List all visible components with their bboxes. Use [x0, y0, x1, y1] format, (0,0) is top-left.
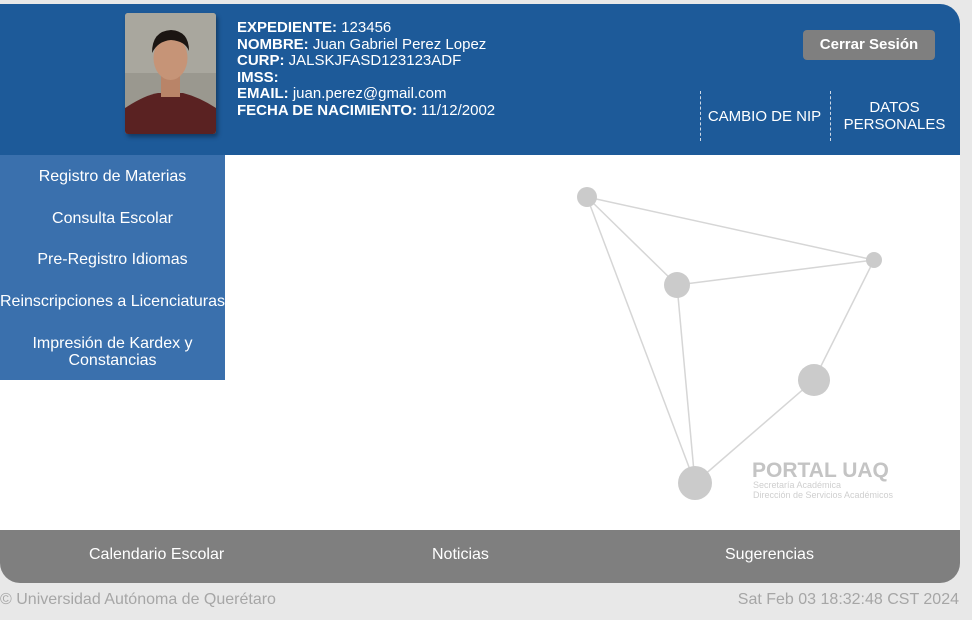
info-row-curp: CURP: JALSKJFASD123123ADF [237, 52, 462, 69]
info-row-email: EMAIL: juan.perez@gmail.com [237, 85, 447, 102]
portal-card: EXPEDIENTE: 123456 NOMBRE: Juan Gabriel … [0, 4, 960, 583]
logo-subtitle-2: Dirección de Servicios Académicos [753, 490, 894, 500]
student-header: EXPEDIENTE: 123456 NOMBRE: Juan Gabriel … [0, 4, 960, 155]
logout-button[interactable]: Cerrar Sesión [803, 30, 935, 60]
student-info: EXPEDIENTE: 123456 NOMBRE: Juan Gabriel … [237, 19, 496, 119]
personal-data-label-line1: DATOS [869, 99, 920, 116]
change-pin-label: CAMBIO DE NIP [707, 108, 822, 125]
sidebar-item-pre-registro-idiomas[interactable]: Pre-Registro Idiomas [0, 251, 225, 268]
footer-bar: Calendario Escolar Noticias Sugerencias [0, 530, 960, 583]
info-row-nombre: NOMBRE: Juan Gabriel Perez Lopez [237, 35, 487, 53]
portal-uaq-logo: PORTAL UAQ Secretaría Académica Direcció… [577, 187, 894, 500]
info-row-fecha-nacimiento: FECHA DE NACIMIENTO: 11/12/2002 [237, 101, 496, 119]
logo-subtitle-1: Secretaría Académica [753, 480, 841, 490]
main-content: Registro de Materias Consulta Escolar Pr… [0, 155, 960, 530]
logo-title: PORTAL UAQ [752, 459, 889, 482]
sidebar-item-label-line2: Constancias [68, 352, 157, 369]
info-row-imss: IMSS: [237, 68, 279, 86]
sidebar-item-label-line1: Impresión de Kardex y [32, 335, 193, 352]
student-photo [125, 13, 216, 134]
sidebar-item-reinscripciones[interactable]: Reinscripciones a Licenciaturas [0, 293, 225, 310]
change-pin-link[interactable]: CAMBIO DE NIP [700, 91, 828, 141]
personal-data-link[interactable]: DATOS PERSONALES [830, 91, 958, 141]
current-datetime: Sat Feb 03 18:32:48 CST 2024 [737, 591, 959, 608]
footer-link-noticias[interactable]: Noticias [432, 530, 489, 579]
sidebar-item-impresion-kardex[interactable]: Impresión de Kardex y Constancias [0, 335, 225, 369]
info-row-expediente: EXPEDIENTE: 123456 [237, 19, 392, 36]
sidebar-item-consulta-escolar[interactable]: Consulta Escolar [0, 210, 225, 227]
personal-data-label-line2: PERSONALES [843, 115, 946, 133]
logo-network-lines [586, 196, 875, 484]
copyright-text: © Universidad Autónoma de Querétaro [0, 591, 276, 608]
sidebar-item-registro-materias[interactable]: Registro de Materias [0, 168, 225, 185]
sidebar-menu: Registro de Materias Consulta Escolar Pr… [0, 155, 225, 380]
footer-link-calendario[interactable]: Calendario Escolar [89, 530, 224, 579]
footer-link-sugerencias[interactable]: Sugerencias [725, 530, 814, 579]
